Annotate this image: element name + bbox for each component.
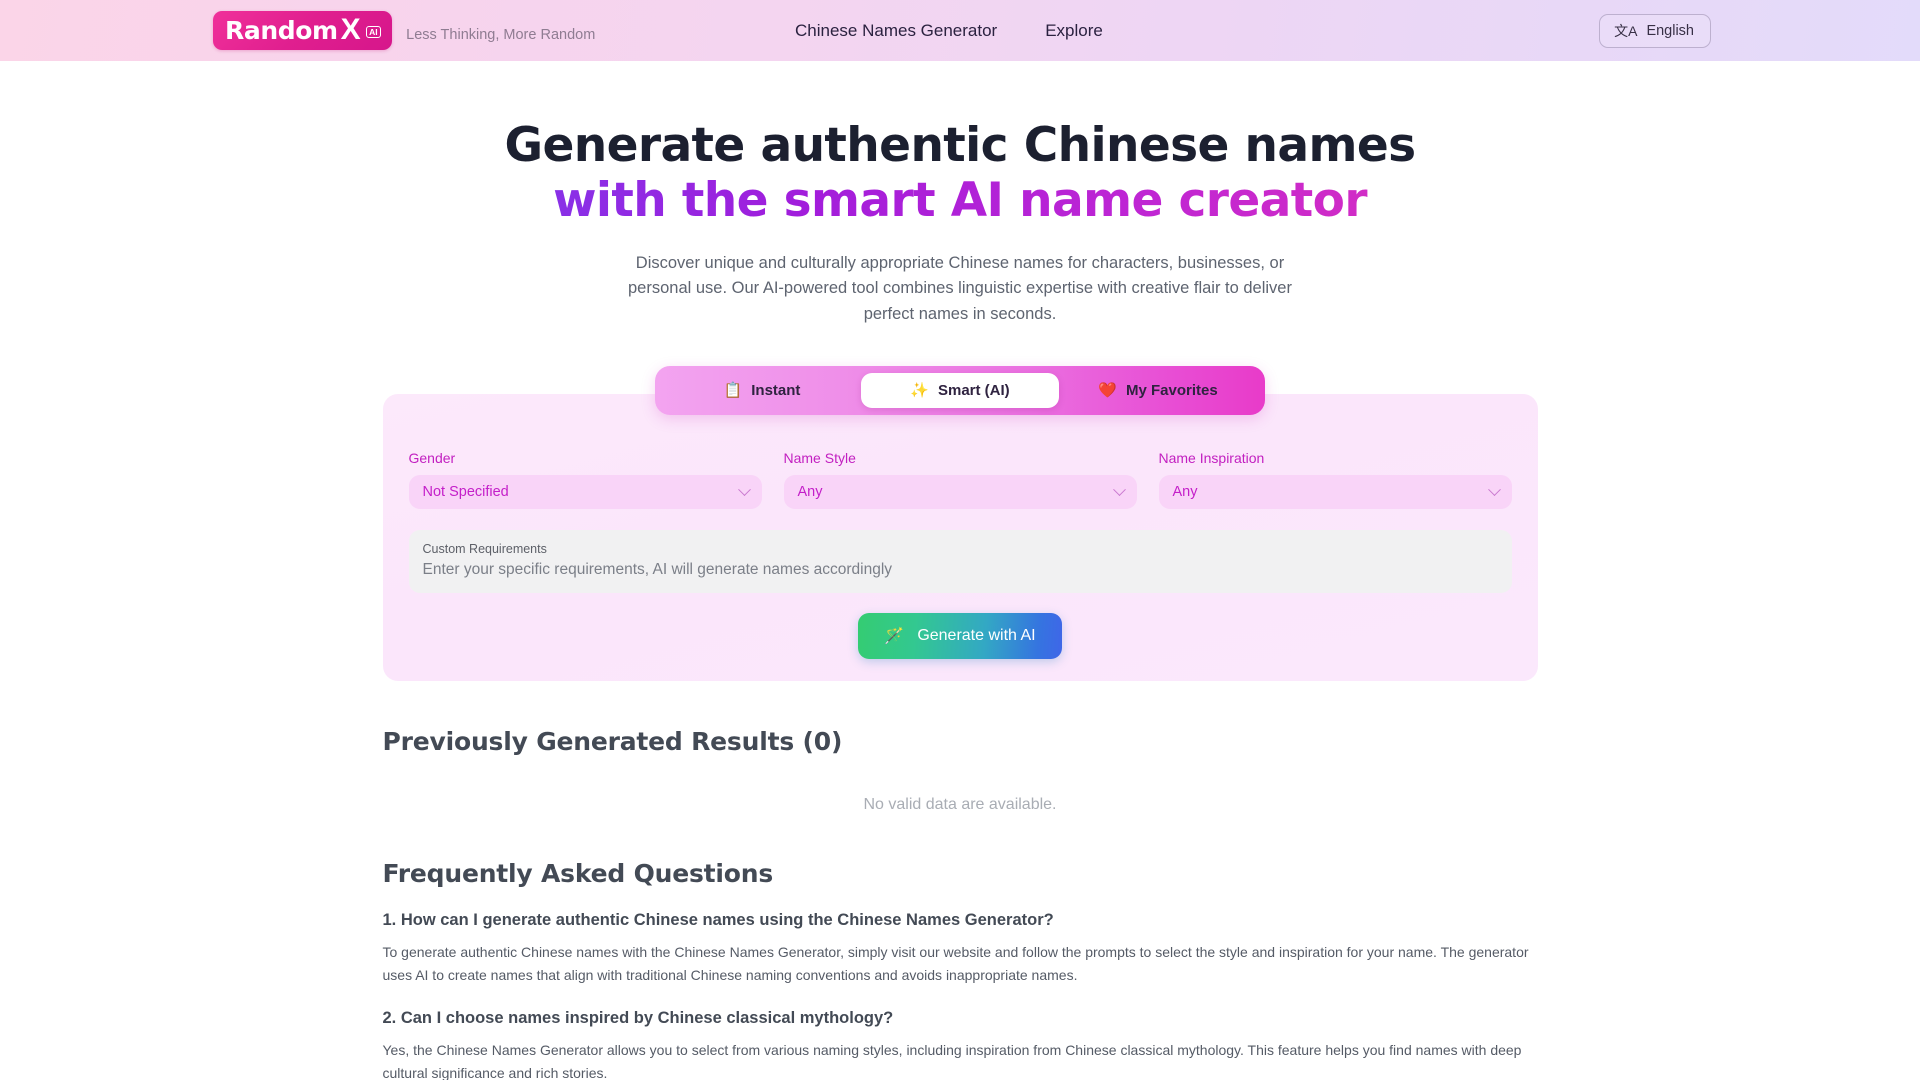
- translate-icon: 文A: [1614, 22, 1638, 39]
- name-inspiration-value: Any: [1172, 484, 1198, 501]
- site-tagline: Less Thinking, More Random: [406, 27, 596, 43]
- generate-button-wrap: 🪄 Generate with AI: [409, 612, 1512, 659]
- gender-label: Gender: [408, 450, 456, 467]
- custom-requirements-label: Custom Requirements: [422, 542, 547, 557]
- generator-form-panel: Gender Not Specified Name Style Any Name…: [382, 394, 1538, 681]
- tab-smart-ai[interactable]: ✨ Smart (AI): [861, 373, 1059, 409]
- logo-wordmark: Random: [225, 15, 338, 45]
- results-section: Previously Generated Results (0) No vali…: [383, 727, 1538, 814]
- logo-ai-badge: AI: [365, 25, 382, 39]
- form-row: Gender Not Specified Name Style Any Name…: [408, 450, 1512, 510]
- logo[interactable]: Random X AI Less Thinking, More Random: [213, 11, 595, 50]
- magic-wand-icon: 🪄: [884, 627, 905, 645]
- clipboard-icon: 📋: [723, 382, 743, 400]
- name-style-label: Name Style: [783, 450, 856, 467]
- name-style-field: Name Style Any: [783, 450, 1137, 510]
- faq-item: 2. Can I choose names inspired by Chines…: [383, 1009, 1538, 1080]
- faq-answer: To generate authentic Chinese names with…: [382, 943, 1529, 983]
- faq-answer: Yes, the Chinese Names Generator allows …: [382, 1042, 1522, 1080]
- language-label: English: [1646, 22, 1694, 39]
- custom-requirements-input[interactable]: Custom Requirements Enter your specific …: [408, 530, 1512, 593]
- faq-item: 1. How can I generate authentic Chinese …: [383, 911, 1538, 986]
- faq-title: Frequently Asked Questions: [382, 858, 774, 888]
- results-empty-message: No valid data are available.: [863, 795, 1057, 813]
- page-title-line1: Generate authentic Chinese names: [504, 118, 1416, 173]
- hero-section: Generate authentic Chinese names with th…: [0, 61, 1920, 327]
- gender-select[interactable]: Not Specified: [408, 475, 762, 510]
- tab-my-favorites-label: My Favorites: [1125, 382, 1218, 400]
- page-title-line2: with the smart AI name creator: [0, 173, 1920, 228]
- faq-question: 1. How can I generate authentic Chinese …: [382, 910, 1054, 929]
- faq-question: 2. Can I choose names inspired by Chines…: [382, 1009, 894, 1028]
- tab-my-favorites[interactable]: ❤️ My Favorites: [1059, 373, 1257, 408]
- name-style-value: Any: [797, 484, 823, 501]
- name-inspiration-label: Name Inspiration: [1158, 450, 1265, 467]
- sparkles-icon: ✨: [910, 382, 929, 400]
- name-inspiration-select[interactable]: Any: [1158, 475, 1512, 510]
- language-selector-button[interactable]: 文A English: [1599, 13, 1711, 48]
- name-inspiration-field: Name Inspiration Any: [1158, 450, 1512, 510]
- faq-section: Frequently Asked Questions 1. How can I …: [383, 859, 1538, 1080]
- gender-value: Not Specified: [422, 484, 509, 501]
- logo-x-mark: X: [340, 13, 361, 46]
- tab-instant-label: Instant: [751, 382, 801, 400]
- nav-item-chinese-names-generator[interactable]: Chinese Names Generator: [795, 21, 997, 41]
- gender-field: Gender Not Specified: [408, 450, 762, 510]
- tab-instant[interactable]: 📋 Instant: [663, 373, 861, 408]
- chevron-down-icon: [1487, 482, 1501, 496]
- chevron-down-icon: [1112, 482, 1126, 496]
- main-nav: Chinese Names Generator Explore: [795, 21, 1103, 41]
- nav-item-explore[interactable]: Explore: [1045, 21, 1103, 41]
- chevron-down-icon: [737, 482, 751, 496]
- site-header: Random X AI Less Thinking, More Random C…: [0, 0, 1920, 61]
- custom-requirements-placeholder: Enter your specific requirements, AI wil…: [422, 560, 893, 578]
- tab-smart-ai-label: Smart (AI): [938, 382, 1010, 400]
- hero-subtitle: Discover unique and culturally appropria…: [628, 253, 1292, 323]
- mode-tabs: 📋 Instant ✨ Smart (AI) ❤️ My Favorites: [655, 366, 1265, 416]
- heart-icon: ❤️: [1098, 382, 1117, 400]
- results-title: Previously Generated Results (0): [382, 726, 843, 756]
- name-style-select[interactable]: Any: [783, 475, 1137, 510]
- generator-section: 📋 Instant ✨ Smart (AI) ❤️ My Favorites G…: [0, 366, 1920, 681]
- generate-with-ai-button[interactable]: 🪄 Generate with AI: [858, 612, 1062, 659]
- logo-badge: Random X AI: [213, 11, 393, 50]
- generate-button-label: Generate with AI: [917, 626, 1036, 644]
